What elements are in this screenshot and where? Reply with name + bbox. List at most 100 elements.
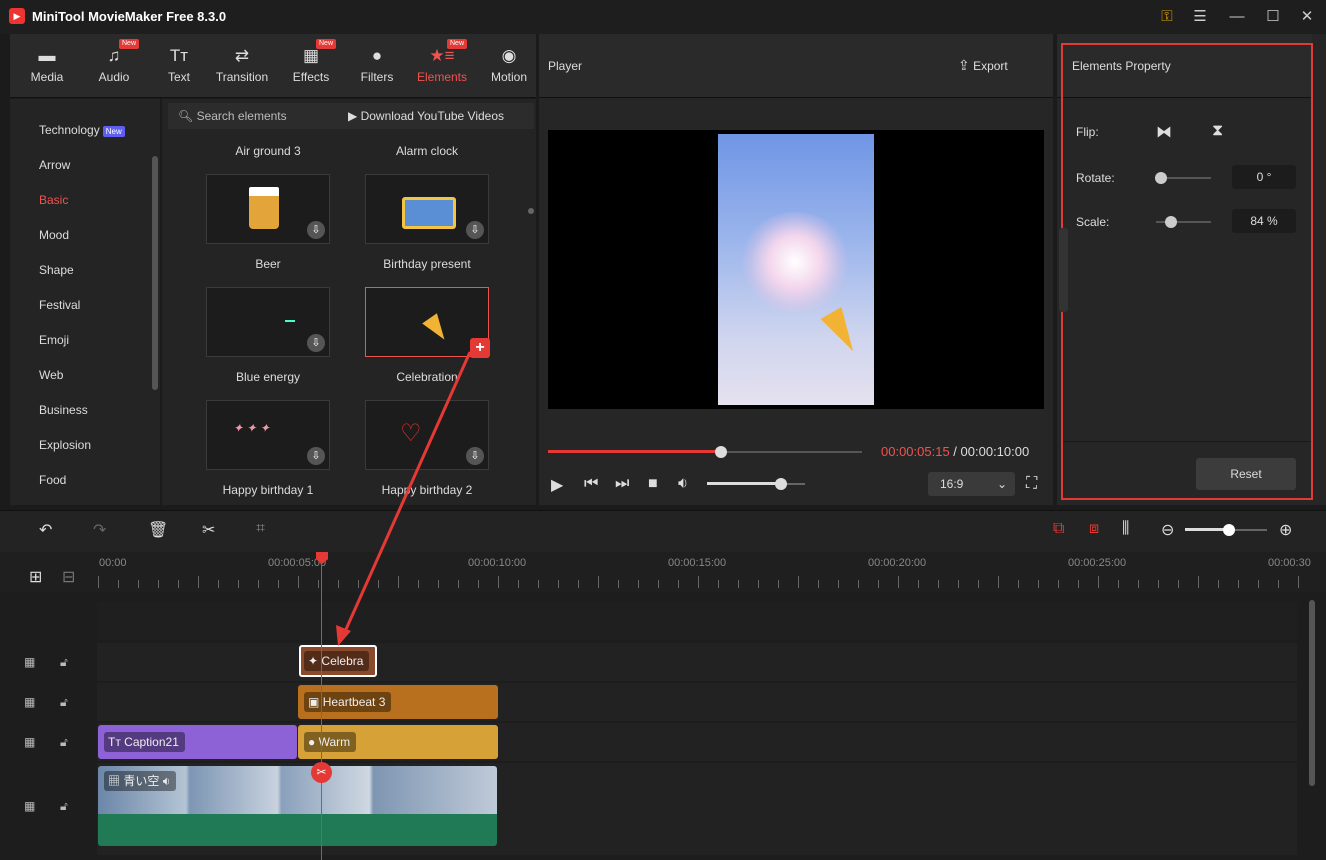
ruler-tick xyxy=(1298,576,1299,588)
lock-icon[interactable]: 🔓︎ xyxy=(60,735,68,750)
ruler-tick xyxy=(978,580,979,588)
ruler-tick xyxy=(1278,580,1279,588)
playhead[interactable] xyxy=(321,552,322,860)
play-icon[interactable]: ▶ xyxy=(551,475,563,495)
category-festival[interactable]: Festival xyxy=(39,298,80,312)
element-thumb-birthday-present[interactable]: ⇩ xyxy=(365,174,489,244)
maximize-icon[interactable]: ☐ xyxy=(1262,6,1284,28)
tab-audio[interactable]: New ♫ Audio xyxy=(81,34,147,98)
caption-clip[interactable]: Tт Caption21 xyxy=(98,725,297,759)
previous-frame-icon[interactable]: ⏮ xyxy=(584,475,598,493)
new-badge: New xyxy=(119,39,140,49)
ruler-tick xyxy=(1018,580,1019,588)
category-technology[interactable]: Technology New xyxy=(39,123,125,137)
ruler-label: 00:00 xyxy=(99,557,127,569)
split-marker-icon[interactable]: ✂ xyxy=(311,762,332,783)
element-label: Beer xyxy=(255,257,281,271)
timeline-scrollbar[interactable] xyxy=(1309,600,1315,786)
ruler-tick xyxy=(1258,580,1259,588)
category-scrollbar[interactable] xyxy=(152,156,158,390)
tab-text[interactable]: Tт Text xyxy=(146,34,212,98)
panel-collapse-handle[interactable] xyxy=(1059,228,1068,312)
tab-media[interactable]: ▬ Media xyxy=(14,34,80,98)
element-thumb-happy-birthday-2[interactable]: ♡ ⇩ xyxy=(365,400,489,470)
category-arrow[interactable]: Arrow xyxy=(39,158,70,172)
split-screen-icon[interactable]: ⧈ xyxy=(1089,520,1099,538)
aspect-ratio-select[interactable]: 16:9 ⌄ xyxy=(928,472,1015,496)
delete-icon[interactable]: 🗑︎ xyxy=(148,520,168,540)
video-clip[interactable]: ▦ 青い空 🔉︎ xyxy=(98,766,497,814)
key-icon[interactable]: ⚿ xyxy=(1156,6,1178,28)
filter-clip[interactable]: ● Warm xyxy=(298,725,498,759)
category-business[interactable]: Business xyxy=(39,403,88,417)
lock-icon[interactable]: 🔓︎ xyxy=(60,799,68,814)
download-icon[interactable]: ⇩ xyxy=(307,334,325,352)
happy-birthday-graphic: ✦ ✦ ✦ xyxy=(233,421,270,435)
menu-icon[interactable]: ☰ xyxy=(1189,6,1211,28)
download-icon[interactable]: ⇩ xyxy=(307,447,325,465)
element-label: Celebration xyxy=(396,370,458,384)
fullscreen-icon[interactable]: ⛶ xyxy=(1026,475,1037,493)
zoom-in-icon[interactable]: ⊕ xyxy=(1279,520,1292,540)
download-icon[interactable]: ⇩ xyxy=(466,447,484,465)
lock-icon[interactable]: 🔓︎ xyxy=(60,695,68,710)
add-to-timeline-button[interactable]: + xyxy=(470,338,490,358)
zoom-out-icon[interactable]: ⊖ xyxy=(1161,520,1174,540)
snap-icon[interactable]: ⧉ xyxy=(1053,520,1064,538)
audio-clip[interactable] xyxy=(98,814,497,846)
split-icon[interactable]: ✂ xyxy=(202,520,215,540)
music-note-icon: ♫ xyxy=(107,46,121,65)
minimize-icon[interactable]: — xyxy=(1226,6,1248,28)
element-thumb-happy-birthday-1[interactable]: ✦ ✦ ✦ ⇩ xyxy=(206,400,330,470)
element-label: Birthday present xyxy=(383,257,471,271)
ruler-tick xyxy=(958,580,959,588)
playback-knob[interactable] xyxy=(714,446,727,458)
redo-icon[interactable]: ↷ xyxy=(93,520,106,540)
ruler-tick xyxy=(498,576,499,588)
close-icon[interactable]: ✕ xyxy=(1296,6,1318,28)
total-time: 00:00:10:00 xyxy=(960,444,1030,459)
ruler-tick xyxy=(1118,580,1119,588)
category-web[interactable]: Web xyxy=(39,368,63,382)
audio-wave-icon[interactable]: ⫼ xyxy=(1122,520,1129,538)
download-youtube-button[interactable]: ▶ Download YouTube Videos xyxy=(348,109,504,123)
element-clip[interactable]: ✦ Celebra xyxy=(299,645,377,677)
stop-icon[interactable]: ■ xyxy=(648,475,658,493)
category-shape[interactable]: Shape xyxy=(39,263,74,277)
volume-knob[interactable] xyxy=(774,478,787,490)
effect-clip[interactable]: ▣ Heartbeat 3 xyxy=(298,685,498,719)
category-emoji[interactable]: Emoji xyxy=(39,333,69,347)
tab-filters[interactable]: ● Filters xyxy=(344,34,410,98)
track-film-icon: ▦ xyxy=(24,735,36,749)
tab-elements[interactable]: New ★≡ Elements xyxy=(409,34,475,98)
category-food[interactable]: Food xyxy=(39,473,66,487)
ruler-tick xyxy=(798,576,799,588)
tab-motion[interactable]: ◉ Motion xyxy=(476,34,542,98)
effects-icon: ▦ xyxy=(302,46,320,65)
next-frame-icon[interactable]: ⏭ xyxy=(615,475,629,493)
category-mood[interactable]: Mood xyxy=(39,228,69,242)
undo-icon[interactable]: ↶ xyxy=(39,520,52,540)
crop-icon[interactable]: ⌗ xyxy=(256,520,265,538)
ruler-tick xyxy=(1178,580,1179,588)
category-explosion[interactable]: Explosion xyxy=(39,438,91,452)
export-button[interactable]: ⇪ Export xyxy=(958,57,1008,74)
element-thumb-celebration[interactable]: + xyxy=(365,287,490,358)
download-icon[interactable]: ⇩ xyxy=(307,221,325,239)
search-elements[interactable]: 🔍︎ Search elements xyxy=(178,109,287,123)
remove-track-icon[interactable]: ⊟ xyxy=(62,567,75,587)
gift-icon xyxy=(402,197,456,229)
tab-transition[interactable]: ⇄ Transition xyxy=(209,34,275,98)
element-thumb-beer[interactable]: ⇩ xyxy=(206,174,330,244)
new-badge: New xyxy=(316,39,337,49)
category-basic[interactable]: Basic xyxy=(39,193,68,207)
panel-resize-dot[interactable] xyxy=(528,208,534,214)
lock-icon[interactable]: 🔓︎ xyxy=(60,655,68,670)
volume-icon[interactable]: 🔉︎ xyxy=(678,475,688,493)
add-track-icon[interactable]: ⊞ xyxy=(29,567,42,587)
element-thumb-blue-energy[interactable]: ⇩ xyxy=(206,287,330,357)
zoom-knob[interactable] xyxy=(1223,524,1235,536)
download-icon[interactable]: ⇩ xyxy=(466,221,484,239)
app-logo-icon: ▶ xyxy=(9,8,25,24)
tab-effects[interactable]: New ▦ Effects xyxy=(278,34,344,98)
